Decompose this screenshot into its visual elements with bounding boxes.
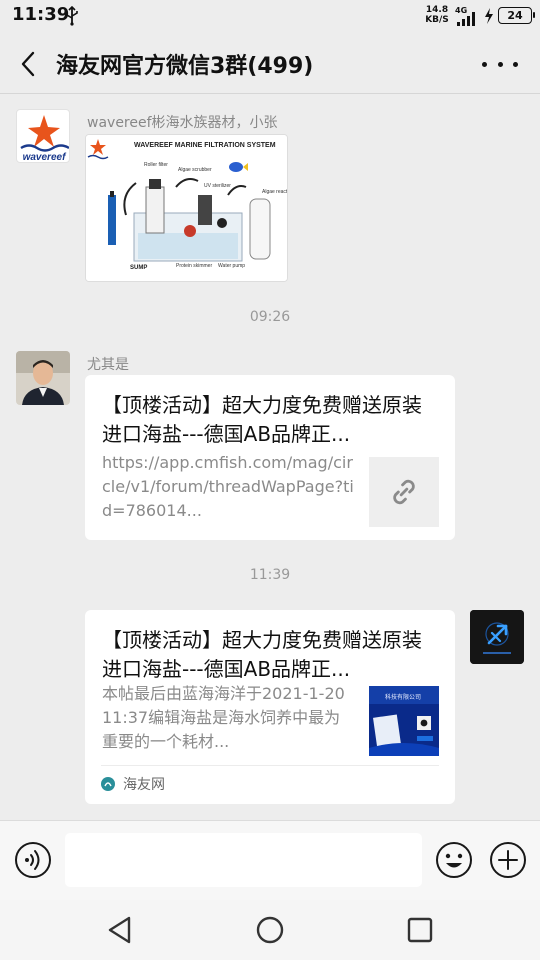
- time-separator: 09:26: [249, 309, 291, 325]
- more-functions-button[interactable]: [489, 841, 527, 879]
- message-list[interactable]: wavereef wavereef彬海水族器材，小张 WAVEREEF MARI…: [0, 95, 540, 820]
- input-bar: [0, 820, 540, 900]
- avatar-wavereef[interactable]: wavereef: [16, 109, 70, 163]
- svg-text:Roller filter: Roller filter: [144, 162, 168, 168]
- link-thumbnail: [369, 457, 439, 527]
- image-message[interactable]: WAVEREEF MARINE FILTRATION SYSTEM Roller…: [85, 134, 288, 282]
- time-separator: 11:39: [249, 567, 291, 583]
- more-options-button[interactable]: [482, 48, 518, 80]
- nav-back-button[interactable]: [102, 912, 138, 948]
- svg-text:UV sterilizer: UV sterilizer: [204, 183, 231, 189]
- chat-header: 海友网官方微信3群(499): [0, 34, 540, 94]
- article-source-name: 海友网: [123, 777, 165, 793]
- avatar-user[interactable]: [16, 351, 70, 405]
- article-card-title: 【顶楼活动】超大力度免费赠送原装进口海盐---德国AB品牌正...: [102, 628, 422, 681]
- svg-text:Protein skimmer: Protein skimmer: [176, 263, 212, 269]
- svg-text:科技有限公司: 科技有限公司: [385, 693, 421, 701]
- svg-text:Algae scrubber: Algae scrubber: [178, 167, 212, 173]
- svg-text:wavereef: wavereef: [23, 152, 67, 163]
- svg-text:Algae reactor: Algae reactor: [262, 189, 288, 195]
- charging-icon: [485, 8, 493, 24]
- article-card-summary: 本帖最后由蓝海海洋于2021-1-2011:37编辑海盐是海水饲养中最为重要的一…: [102, 684, 345, 751]
- emoji-button[interactable]: [435, 841, 473, 879]
- chevron-left-icon: [21, 51, 35, 77]
- more-dots-icon: [482, 61, 487, 67]
- network-speed: 14.8 KB/S: [425, 5, 449, 25]
- filtration-system-image: WAVEREEF MARINE FILTRATION SYSTEM Roller…: [86, 135, 288, 281]
- message-input[interactable]: [65, 833, 422, 887]
- article-source: 海友网: [101, 774, 165, 794]
- sender-name: 尤其是: [87, 357, 129, 373]
- svg-text:WAVEREEF MARINE FILTRATION SYS: WAVEREEF MARINE FILTRATION SYSTEM: [134, 142, 276, 149]
- article-card[interactable]: 【顶楼活动】超大力度免费赠送原装进口海盐---德国AB品牌正... 本帖最后由蓝…: [85, 610, 455, 804]
- sagittarius-logo: [470, 610, 524, 664]
- wavereef-logo: wavereef: [20, 115, 69, 163]
- source-app-icon: [101, 777, 115, 791]
- system-navigation-bar: [0, 900, 540, 960]
- link-card-url: https://app.cmfish.com/mag/circle/v1/for…: [102, 453, 354, 520]
- status-bar: 11:39 14.8 KB/S 4G 24: [0, 0, 540, 34]
- voice-input-button[interactable]: [14, 841, 52, 879]
- avatar-self[interactable]: [470, 610, 524, 664]
- svg-text:SUMP: SUMP: [130, 265, 147, 271]
- nav-recents-button[interactable]: [402, 912, 438, 948]
- article-thumbnail-image: 科技有限公司: [369, 686, 439, 756]
- card-divider: [101, 765, 439, 766]
- article-thumbnail: 科技有限公司: [369, 686, 439, 756]
- usb-icon: [66, 6, 78, 26]
- link-card-title: 【顶楼活动】超大力度免费赠送原装进口海盐---德国AB品牌正...: [102, 393, 422, 446]
- nav-home-button[interactable]: [252, 912, 288, 948]
- chat-title: 海友网官方微信3群(499): [56, 54, 314, 79]
- battery-indicator: 24: [498, 7, 535, 24]
- back-button[interactable]: [14, 48, 42, 80]
- person-photo: [16, 351, 70, 405]
- link-icon: [393, 479, 415, 505]
- status-time: 11:39: [12, 4, 70, 25]
- sender-name: wavereef彬海水族器材，小张: [87, 115, 278, 131]
- link-card[interactable]: 【顶楼活动】超大力度免费赠送原装进口海盐---德国AB品牌正... https:…: [85, 375, 455, 540]
- signal-icon: [457, 12, 475, 26]
- svg-text:Water pump: Water pump: [218, 263, 245, 269]
